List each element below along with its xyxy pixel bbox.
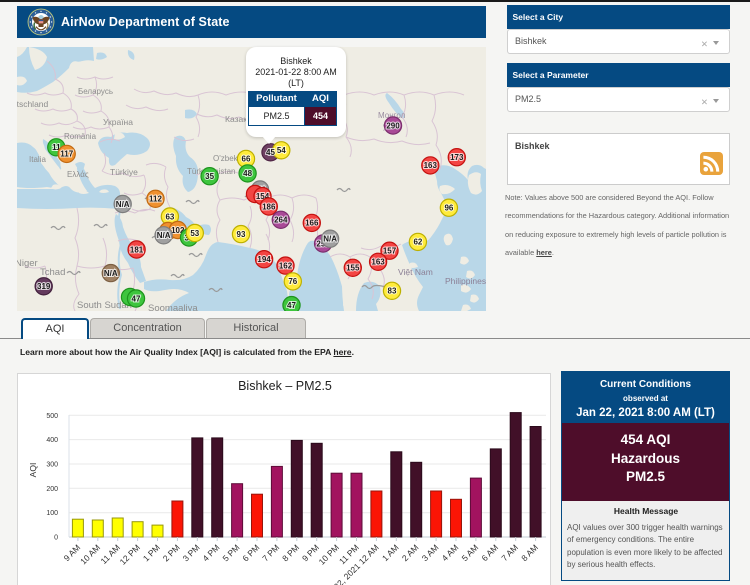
svg-text:N/A: N/A — [116, 200, 130, 209]
svg-text:63: 63 — [165, 212, 174, 221]
svg-text:2 AM: 2 AM — [400, 542, 421, 563]
svg-text:6 AM: 6 AM — [479, 542, 500, 563]
svg-text:N/A: N/A — [104, 269, 118, 278]
svg-text:53: 53 — [190, 229, 199, 238]
svg-text:11 AM: 11 AM — [98, 542, 122, 566]
svg-text:Niger: Niger — [17, 258, 38, 269]
svg-text:4 PM: 4 PM — [201, 542, 222, 563]
svg-text:93: 93 — [237, 230, 246, 239]
svg-text:48: 48 — [243, 169, 252, 178]
svg-text:N/A: N/A — [157, 231, 171, 240]
svg-text:Philippines: Philippines — [445, 276, 486, 286]
svg-text:6 PM: 6 PM — [240, 542, 261, 563]
svg-text:76: 76 — [288, 277, 297, 286]
svg-text:157: 157 — [383, 247, 397, 256]
svg-text:Soomaaliya: Soomaaliya — [148, 303, 198, 311]
svg-text:Deutschland: Deutschland — [17, 99, 49, 109]
svg-text:117: 117 — [60, 150, 73, 159]
svg-text:5 PM: 5 PM — [220, 542, 241, 563]
svg-text:10 AM: 10 AM — [78, 542, 102, 566]
svg-text:AQI: AQI — [28, 463, 38, 478]
svg-text:12 PM: 12 PM — [118, 542, 142, 566]
svg-text:300: 300 — [46, 462, 58, 469]
svg-text:8 AM: 8 AM — [519, 542, 540, 563]
svg-text:96: 96 — [444, 204, 453, 213]
svg-text:500: 500 — [46, 413, 58, 420]
svg-text:319: 319 — [37, 282, 51, 291]
svg-text:163: 163 — [424, 161, 438, 170]
svg-text:3 AM: 3 AM — [420, 542, 441, 563]
svg-text:0: 0 — [54, 535, 58, 542]
svg-text:Romänia: Romänia — [64, 132, 97, 141]
svg-text:181: 181 — [130, 245, 144, 254]
svg-text:62: 62 — [413, 238, 422, 247]
svg-text:Italia: Italia — [29, 155, 46, 164]
svg-text:8 PM: 8 PM — [280, 542, 301, 563]
svg-text:Україна: Україна — [103, 117, 133, 127]
svg-text:1 AM: 1 AM — [380, 542, 401, 563]
svg-text:290: 290 — [386, 121, 400, 130]
svg-text:7 PM: 7 PM — [260, 542, 281, 563]
svg-text:N/A: N/A — [323, 235, 337, 244]
svg-text:173: 173 — [450, 153, 464, 162]
svg-text:155: 155 — [346, 264, 360, 273]
svg-text:112: 112 — [149, 195, 162, 204]
svg-text:100: 100 — [46, 510, 58, 517]
svg-text:3 PM: 3 PM — [181, 542, 202, 563]
svg-text:Tchad: Tchad — [40, 267, 65, 278]
svg-text:166: 166 — [305, 219, 319, 228]
svg-text:4 AM: 4 AM — [440, 542, 461, 563]
svg-text:47: 47 — [287, 301, 296, 310]
svg-text:Türkiye: Türkiye — [110, 167, 138, 177]
svg-text:47: 47 — [132, 294, 141, 303]
svg-text:Ελλάς: Ελλάς — [67, 170, 89, 179]
svg-text:264: 264 — [274, 216, 288, 225]
svg-text:186: 186 — [262, 202, 276, 211]
svg-text:10 PM: 10 PM — [317, 542, 341, 566]
svg-text:Việt Nam: Việt Nam — [398, 267, 433, 277]
svg-text:7 AM: 7 AM — [499, 542, 520, 563]
svg-text:35: 35 — [205, 172, 214, 181]
svg-text:400: 400 — [46, 437, 58, 444]
svg-text:Беларусь: Беларусь — [78, 87, 113, 96]
svg-text:163: 163 — [371, 258, 385, 267]
svg-text:54: 54 — [277, 146, 286, 155]
svg-text:200: 200 — [46, 486, 58, 493]
svg-text:Bishkek – PM2.5: Bishkek – PM2.5 — [238, 379, 332, 393]
svg-text:162: 162 — [279, 261, 293, 270]
svg-text:45: 45 — [266, 148, 275, 157]
svg-text:194: 194 — [257, 255, 271, 264]
svg-text:83: 83 — [388, 287, 397, 296]
svg-text:66: 66 — [242, 155, 251, 164]
svg-text:5 AM: 5 AM — [460, 542, 481, 563]
svg-text:2 PM: 2 PM — [161, 542, 182, 563]
svg-text:1 PM: 1 PM — [141, 542, 162, 563]
